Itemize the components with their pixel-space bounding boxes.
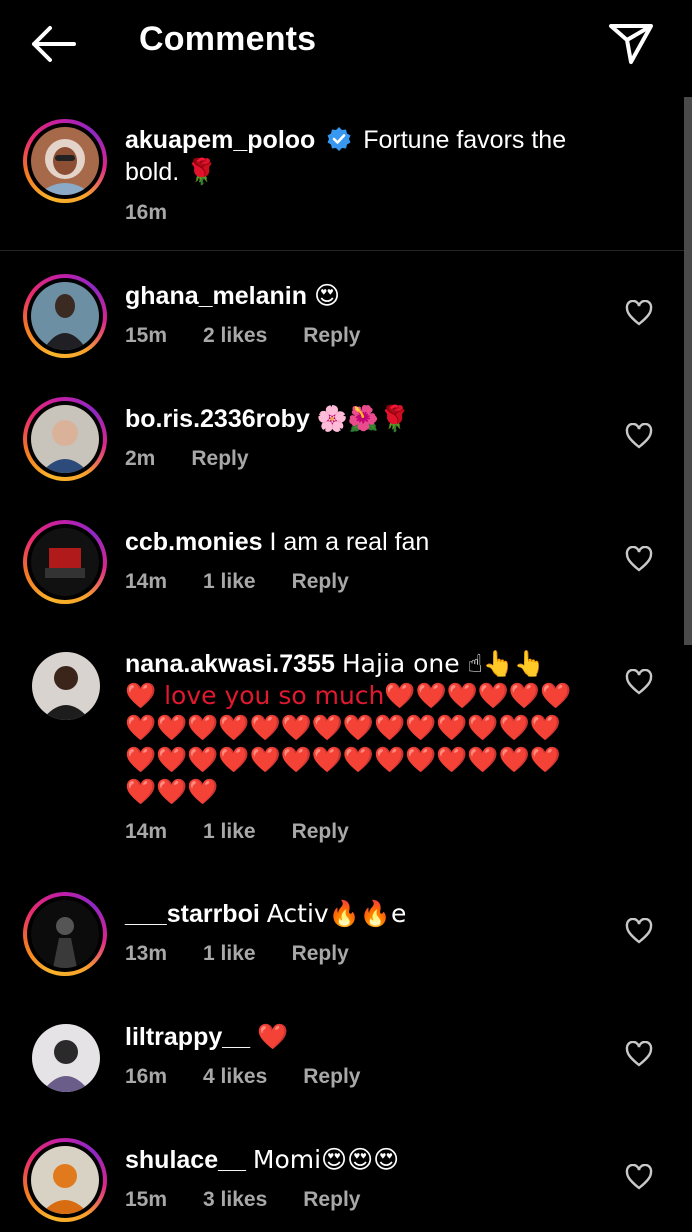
- comment-emoji: 🌸🌺🌹: [316, 404, 411, 433]
- scrollbar[interactable]: [684, 97, 692, 645]
- comment-likes[interactable]: 1 like: [203, 942, 256, 965]
- comment-text: nana.akwasi.7355 Hajia one ☝👆👆 ❤️ love y…: [125, 648, 605, 808]
- comment-meta: 2m Reply: [125, 447, 285, 471]
- comment-username[interactable]: ccb.monies: [125, 528, 263, 556]
- page-title: Comments: [139, 20, 317, 58]
- comment-likes[interactable]: 3 likes: [203, 1188, 267, 1211]
- avatar-photo: [31, 1146, 99, 1214]
- avatar[interactable]: [20, 1012, 104, 1096]
- comment-body: Hajia one ☝👆👆: [341, 649, 546, 678]
- comment-body: I am a real fan: [269, 528, 430, 556]
- avatar-photo: [31, 405, 99, 473]
- avatar-photo: [31, 127, 99, 195]
- comment-text: liltrappy__ ❤️: [125, 1021, 288, 1053]
- back-button[interactable]: [28, 22, 80, 66]
- comment-time: 13m: [125, 942, 168, 965]
- avatar[interactable]: [23, 274, 107, 358]
- caption-username[interactable]: akuapem_poloo: [125, 126, 315, 154]
- share-button[interactable]: [605, 20, 657, 66]
- avatar[interactable]: [23, 1138, 107, 1222]
- like-heart-icon[interactable]: [625, 669, 653, 695]
- like-heart-icon[interactable]: [625, 300, 653, 326]
- comment-body-line: ❤️❤️❤️❤️❤️❤️❤️❤️❤️❤️❤️❤️❤️❤️: [125, 745, 561, 774]
- paper-plane-icon: [609, 24, 653, 64]
- verified-badge-icon: [327, 127, 351, 151]
- comment-emoji: 😍: [313, 281, 341, 310]
- comment-time: 14m: [125, 570, 168, 593]
- comment-likes[interactable]: 4 likes: [203, 1065, 267, 1088]
- comment-body-line: ❤️❤️❤️❤️❤️❤️❤️❤️❤️❤️❤️❤️❤️❤️: [125, 713, 561, 742]
- comment-text: ___starrboi Activ🔥🔥e: [125, 898, 406, 930]
- comment-time: 15m: [125, 324, 168, 347]
- comment-likes[interactable]: 1 like: [203, 570, 256, 593]
- comment-time: 15m: [125, 1188, 168, 1211]
- comment-username[interactable]: liltrappy__: [125, 1023, 250, 1051]
- comment-body-line: ❤️ love you so much❤️❤️❤️❤️❤️❤️: [125, 681, 572, 710]
- top-bar: Comments: [0, 0, 692, 88]
- comment-text: bo.ris.2336roby 🌸🌺🌹: [125, 403, 410, 435]
- reply-button[interactable]: Reply: [292, 942, 349, 965]
- arrow-left-icon: [32, 26, 76, 62]
- comment-body: Momi😍😍😍: [252, 1145, 400, 1174]
- comment-username[interactable]: ___starrboi: [125, 900, 260, 928]
- comment-likes[interactable]: 1 like: [203, 820, 256, 843]
- comment-username[interactable]: nana.akwasi.7355: [125, 650, 335, 678]
- caption-time: 16m: [125, 201, 168, 224]
- comment-username[interactable]: shulace__: [125, 1146, 246, 1174]
- comment-likes[interactable]: 2 likes: [203, 324, 267, 347]
- comment-text: ccb.monies I am a real fan: [125, 526, 429, 558]
- reply-button[interactable]: Reply: [292, 570, 349, 593]
- comment-meta: 15m 3 likes Reply: [125, 1188, 396, 1212]
- comment-body: Activ🔥🔥e: [266, 899, 407, 928]
- avatar-photo: [31, 900, 99, 968]
- avatar-photo: [31, 282, 99, 350]
- reply-button[interactable]: Reply: [303, 1065, 360, 1088]
- avatar-photo: [31, 528, 99, 596]
- comment-meta: 15m 2 likes Reply: [125, 324, 396, 348]
- comment-body-line: ❤️❤️❤️: [125, 777, 219, 806]
- reply-button[interactable]: Reply: [303, 1188, 360, 1211]
- avatar-photo: [32, 1024, 100, 1092]
- comment-meta: 13m 1 like Reply: [125, 942, 385, 966]
- avatar[interactable]: [23, 119, 107, 203]
- comment-username[interactable]: bo.ris.2336roby: [125, 405, 310, 433]
- avatar[interactable]: [23, 892, 107, 976]
- comment-time: 16m: [125, 1065, 168, 1088]
- comment-emoji: ❤️: [257, 1022, 289, 1051]
- like-heart-icon[interactable]: [625, 918, 653, 944]
- avatar-photo: [32, 652, 100, 720]
- rose-emoji: 🌹: [186, 157, 218, 186]
- comment-text: shulace__ Momi😍😍😍: [125, 1144, 399, 1176]
- avatar[interactable]: [20, 640, 104, 724]
- post-caption: akuapem_poloo Fortune favors the bold. 🌹…: [0, 100, 684, 251]
- comment-meta: 14m 1 like Reply: [125, 570, 385, 594]
- comment-username[interactable]: ghana_melanin: [125, 282, 307, 310]
- comment-text: ghana_melanin 😍: [125, 280, 340, 312]
- caption-text: akuapem_poloo Fortune favors the bold. 🌹: [125, 124, 625, 188]
- comment-meta: 14m 1 like Reply: [125, 820, 385, 844]
- like-heart-icon[interactable]: [625, 1164, 653, 1190]
- reply-button[interactable]: Reply: [191, 447, 248, 470]
- reply-button[interactable]: Reply: [292, 820, 349, 843]
- comment-meta: 16m 4 likes Reply: [125, 1065, 396, 1089]
- like-heart-icon[interactable]: [625, 546, 653, 572]
- reply-button[interactable]: Reply: [303, 324, 360, 347]
- avatar[interactable]: [23, 520, 107, 604]
- comment-time: 2m: [125, 447, 156, 470]
- comment-time: 14m: [125, 820, 168, 843]
- like-heart-icon[interactable]: [625, 1041, 653, 1067]
- like-heart-icon[interactable]: [625, 423, 653, 449]
- avatar[interactable]: [23, 397, 107, 481]
